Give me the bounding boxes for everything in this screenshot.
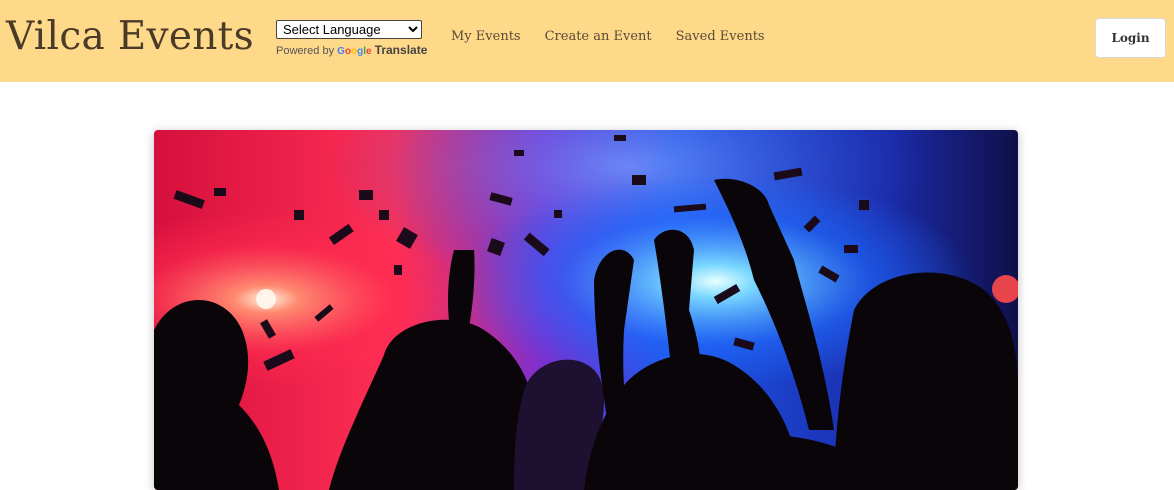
google-translate-widget: Select Language Powered by Google Transl… [276, 20, 427, 57]
language-select[interactable]: Select Language [276, 20, 422, 39]
google-letter: G [337, 46, 345, 57]
translate-link[interactable]: Translate [375, 43, 428, 57]
main-nav: My Events Create an Event Saved Events [451, 28, 765, 46]
google-letter: e [366, 46, 372, 57]
person-silhouette [834, 272, 1018, 490]
powered-by-label: Powered by [276, 45, 335, 57]
powered-by-google-translate: Powered by Google Translate [276, 43, 427, 57]
nav-saved-events[interactable]: Saved Events [676, 28, 765, 46]
nav-my-events[interactable]: My Events [451, 28, 521, 46]
brand-logo-text[interactable]: Vilca Events [6, 13, 254, 61]
hero-image-card [154, 130, 1018, 490]
concert-crowd-image [154, 130, 1018, 490]
nav-create-event[interactable]: Create an Event [545, 28, 652, 46]
login-button[interactable]: Login [1095, 18, 1166, 58]
google-logo-icon: Google [337, 45, 375, 57]
stage-light-spot [256, 289, 276, 309]
top-navbar: Vilca Events Select Language Powered by … [0, 0, 1174, 82]
